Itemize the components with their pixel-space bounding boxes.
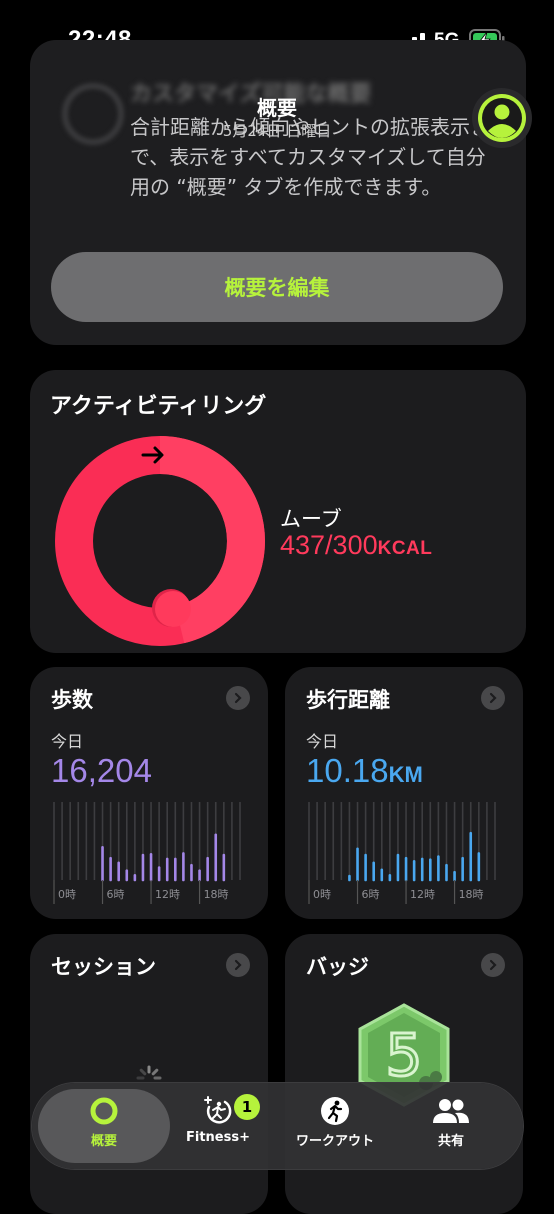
chart-tick-label: 12時 (410, 888, 435, 901)
steps-title: 歩数 (51, 688, 93, 712)
tab-workout[interactable]: ワークアウト (275, 1096, 395, 1149)
distance-title: 歩行距離 (306, 688, 390, 712)
chart-tick-label: 6時 (107, 888, 125, 901)
tab-summary[interactable]: 概要 (44, 1096, 164, 1149)
sessions-title: セッション (51, 955, 156, 979)
badges-title: バッジ (306, 955, 369, 979)
move-value: 437/300KCAL (280, 530, 433, 560)
steps-chart: 0時 6時 12時 18時 (53, 802, 241, 904)
people-icon (433, 1099, 469, 1123)
page-title: 概要 (257, 96, 297, 120)
steps-value: 16,204 (51, 752, 152, 789)
tab-sharing[interactable]: 共有 (391, 1096, 511, 1149)
distance-chart: 0時 6時 12時 18時 (308, 802, 496, 904)
person-circle-icon (478, 94, 526, 142)
svg-text:5: 5 (386, 1021, 423, 1089)
chevron-right-icon[interactable] (481, 953, 505, 977)
move-ring (55, 436, 265, 646)
chart-tick-label: 18時 (204, 888, 229, 901)
chevron-right-icon[interactable] (481, 686, 505, 710)
running-figure-icon (321, 1097, 349, 1125)
chart-tick-label: 6時 (362, 888, 380, 901)
distance-subtitle: 今日 (306, 732, 339, 751)
profile-button[interactable] (472, 88, 532, 148)
page-date: 5月24日 日曜日 (222, 122, 332, 140)
chevron-right-icon[interactable] (226, 953, 250, 977)
notification-badge: 1 (234, 1094, 260, 1120)
fitness-plus-icon (204, 1096, 232, 1124)
steps-subtitle: 今日 (51, 732, 84, 751)
move-label: ムーブ (280, 507, 342, 531)
activity-rings-title: アクティビティリング (50, 394, 267, 419)
chart-tick-label: 0時 (58, 888, 76, 901)
chart-tick-label: 12時 (155, 888, 180, 901)
tab-fitness-plus[interactable]: Fitness+ (158, 1096, 278, 1145)
chevron-right-icon[interactable] (226, 686, 250, 710)
chart-tick-label: 0時 (313, 888, 331, 901)
activity-ring-icon (90, 1097, 118, 1125)
chart-tick-label: 18時 (459, 888, 484, 901)
edit-summary-button[interactable]: 概要を編集 (51, 252, 503, 322)
distance-value: 10.18KM (306, 752, 423, 789)
